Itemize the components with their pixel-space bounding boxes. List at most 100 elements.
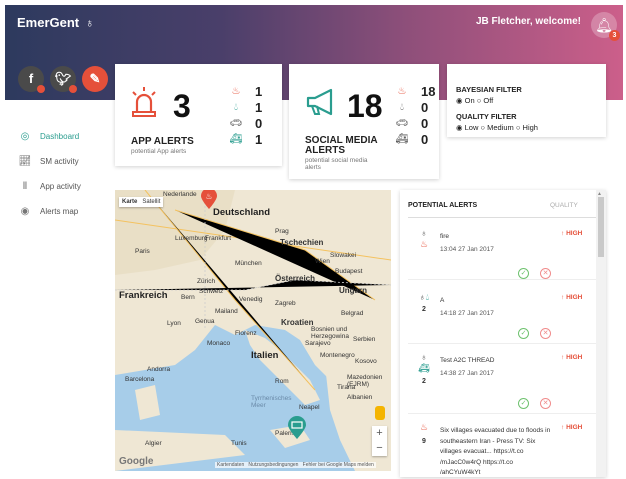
app-alerts-card[interactable]: 3 APP ALERTS potential App alerts ♨ 1 💧︎ 1… (115, 64, 282, 166)
map-label: Mailand (215, 308, 238, 315)
map-label: Algier (145, 440, 162, 447)
sidebar-item-dashboard[interactable]: ◎ Dashboard (18, 131, 80, 142)
facebook-button[interactable]: f (18, 66, 45, 93)
pencil-icon: ✎ (89, 71, 101, 86)
water-drop-icon: 💧︎ (234, 102, 238, 113)
alerts-map[interactable]: Karte Satellit Nederlande Deutschland Pa… (115, 190, 391, 471)
notifications-button[interactable]: 🔔︎ 3 (591, 12, 620, 41)
arrow-up-icon: ↑ (561, 230, 565, 237)
sidebar-item-sm-activity[interactable]: 📈︎ SM activity (18, 156, 79, 167)
confirm-button[interactable]: ✓ (518, 398, 529, 409)
map-label: Prag (275, 228, 289, 235)
quality-filter-title: QUALITY FILTER (456, 112, 517, 121)
radio-low[interactable]: ◉ (456, 123, 463, 132)
notification-dot (69, 85, 77, 93)
arrow-up-icon: ↑ (561, 294, 565, 301)
scrollbar-thumb[interactable] (598, 197, 604, 257)
map-label: Frankreich (119, 290, 168, 301)
map-label: Serbien (353, 336, 376, 343)
gauge-icon: ◎ (20, 131, 30, 142)
quality-column-header[interactable]: QUALITY (550, 202, 578, 209)
zoom-control: + − (372, 426, 387, 456)
flood-count: 💧︎ 1 (229, 100, 262, 115)
siren-icon (132, 87, 156, 117)
alert-text: fire (440, 233, 450, 240)
divider (408, 217, 598, 218)
brand[interactable]: EmerGent ♁ (17, 15, 94, 30)
fire-alert-marker[interactable]: ♨ (200, 190, 218, 210)
map-label: Ungarn (339, 286, 367, 295)
map-label: Belgrad (341, 310, 364, 317)
alert-icons: ♨ (412, 422, 436, 433)
quality-badge: ↑ HIGH (561, 424, 583, 431)
map-label: Kroatien (281, 318, 314, 327)
bayesian-filter-title: BAYESIAN FILTER (456, 85, 522, 94)
map-label: Bern (181, 294, 195, 301)
megaphone-icon (306, 88, 333, 116)
arrow-up-icon: ↑ (561, 354, 565, 361)
bar-chart-icon: Ⅱ (22, 181, 28, 192)
map-label: Rom (275, 378, 289, 385)
alert-time: 13:04 27 Jan 2017 (440, 246, 494, 253)
app-alerts-count: 3 (173, 88, 191, 124)
twitter-button[interactable]: 🐦︎ (50, 66, 77, 93)
map-label: Frankfurt (205, 235, 232, 242)
notification-dot (37, 85, 45, 93)
social-alerts-card[interactable]: 18 SOCIAL MEDIA ALERTS potential social … (289, 64, 439, 179)
zoom-in-button[interactable]: + (372, 426, 387, 441)
confirm-button[interactable]: ✓ (518, 328, 529, 339)
alert-time: 14:38 27 Jan 2017 (440, 370, 494, 377)
ambulance-alert-marker[interactable] (287, 416, 307, 440)
map-label: Österreich (275, 274, 316, 283)
map-label: Genua (195, 318, 215, 325)
siren-icon: ♁ (420, 352, 428, 362)
map-karte-button[interactable]: Karte (122, 199, 137, 205)
ambulance-icon: 🚑︎ (229, 134, 243, 145)
fire-icon: ♨ (231, 86, 241, 97)
reject-button[interactable]: ✕ (540, 268, 551, 279)
sidebar-item-app-activity[interactable]: Ⅱ App activity (18, 181, 81, 192)
map-pin-icon: ◉ (20, 206, 30, 217)
alerts-scrollbar[interactable] (596, 190, 606, 477)
reject-button[interactable]: ✕ (540, 398, 551, 409)
map-label: Schweiz (199, 288, 224, 295)
radio-medium[interactable]: ○ (481, 123, 486, 132)
reject-button[interactable]: ✕ (540, 328, 551, 339)
map-label: Tunis (231, 440, 247, 447)
fire-count: ♨ 18 (395, 84, 436, 99)
map-label: Budapest (335, 268, 363, 275)
zoom-out-button[interactable]: − (372, 441, 387, 456)
scroll-up-arrow[interactable]: ▲ (597, 191, 602, 197)
map-label: Lyon (167, 320, 181, 327)
fire-icon: ♨ (419, 239, 429, 249)
siren-icon: ♁ (85, 16, 95, 30)
map-label: Venedig (239, 296, 263, 303)
radio-off[interactable]: ○ (477, 96, 482, 105)
divider (408, 343, 596, 344)
quality-badge: ↑ HIGH (561, 230, 583, 237)
car-icon: 🚗︎ (395, 118, 409, 129)
radio-on[interactable]: ◉ (456, 96, 463, 105)
siren-icon: ♁ (420, 228, 428, 238)
street-view-pegman[interactable] (375, 406, 385, 420)
map-label: Barcelona (125, 376, 155, 383)
sidebar-item-alerts-map[interactable]: ◉ Alerts map (18, 206, 79, 217)
alert-count: 2 (422, 378, 426, 385)
map-label: Florenz (235, 330, 257, 337)
potential-alerts-title: POTENTIAL ALERTS (408, 202, 478, 209)
ambulance-icon: 🚑︎ (395, 134, 409, 145)
map-label: Neapel (299, 404, 320, 411)
ambulance-count: 🚑︎ 0 (395, 132, 429, 147)
confirm-button[interactable]: ✓ (518, 268, 529, 279)
map-label: Zagreb (275, 300, 296, 307)
filters-card: BAYESIAN FILTER ◉ On ○ Off QUALITY FILTE… (447, 64, 606, 137)
alert-icons: ♁ ♨ (412, 228, 436, 250)
svg-text:♨: ♨ (205, 192, 212, 201)
facebook-icon: f (28, 71, 34, 86)
water-drop-icon: 💧︎ (400, 102, 404, 113)
edit-button[interactable]: ✎ (82, 66, 108, 92)
map-label: Andorra (147, 366, 171, 373)
map-satellit-button[interactable]: Satellit (142, 199, 160, 205)
map-label: Tirana (337, 384, 356, 391)
radio-high[interactable]: ○ (516, 123, 521, 132)
